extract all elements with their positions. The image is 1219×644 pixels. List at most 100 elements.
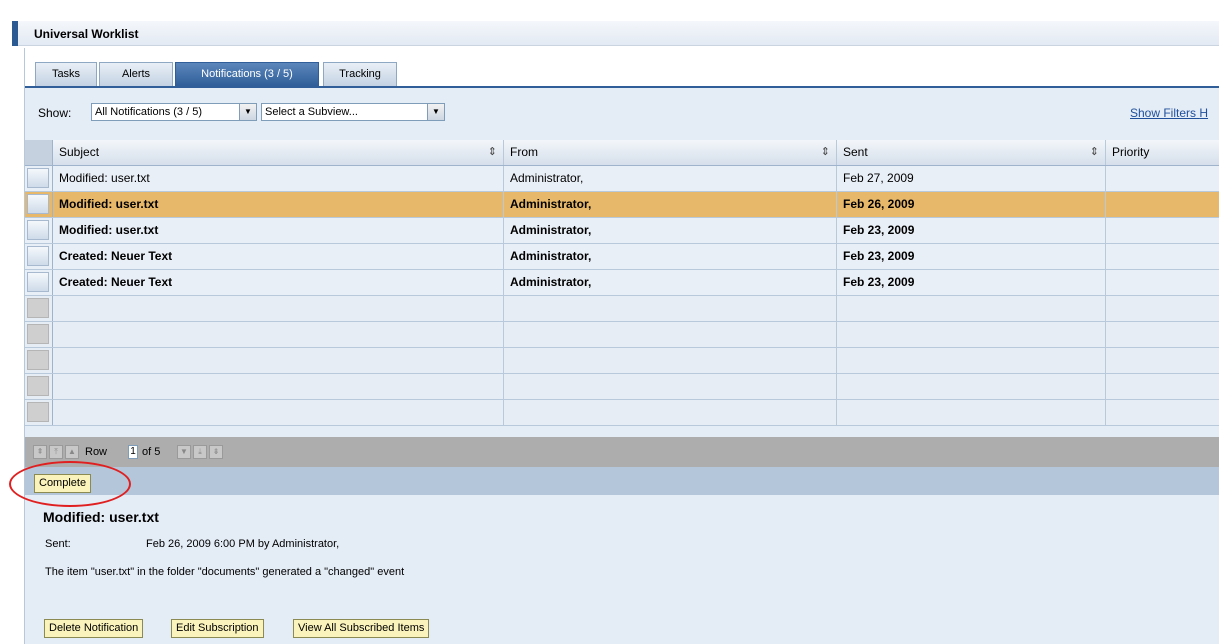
cell-from[interactable]: Administrator, (504, 218, 837, 243)
subview-select[interactable]: Select a Subview... ▼ (261, 103, 445, 121)
show-filters-link[interactable]: Show Filters H (1130, 106, 1208, 120)
row-selector[interactable] (25, 166, 53, 191)
worklist-panel: Tasks Alerts Notifications (3 / 5) Track… (24, 48, 1219, 644)
detail-description: The item "user.txt" in the folder "docum… (45, 566, 405, 578)
cell-sent[interactable]: Feb 23, 2009 (837, 218, 1106, 243)
empty-cell (53, 296, 504, 321)
row-selector-box[interactable] (27, 168, 49, 188)
cell-priority[interactable] (1106, 218, 1219, 243)
title-accent (12, 21, 18, 46)
cell-priority[interactable] (1106, 192, 1219, 217)
row-selector-box (27, 350, 49, 370)
action-bar (25, 467, 1219, 495)
tab-tracking[interactable]: Tracking (323, 62, 397, 86)
cell-subject[interactable]: Modified: user.txt (53, 218, 504, 243)
tab-notifications[interactable]: Notifications (3 / 5) (175, 62, 319, 86)
cell-priority[interactable] (1106, 270, 1219, 295)
cell-sent[interactable]: Feb 23, 2009 (837, 270, 1106, 295)
chevron-down-icon[interactable]: ▼ (239, 104, 256, 120)
row-label: Row (85, 446, 108, 458)
detail-title: Modified: user.txt (43, 509, 159, 525)
row-selector-box[interactable] (27, 220, 49, 240)
cell-from[interactable]: Administrator, (504, 192, 837, 217)
row-selector[interactable] (25, 192, 53, 217)
view-toolbar: Show: All Notifications (3 / 5) ▼ Select… (25, 88, 1219, 140)
edit-subscription-button[interactable]: Edit Subscription (171, 619, 264, 638)
row-selector[interactable] (25, 270, 53, 295)
column-label: Subject (59, 145, 100, 159)
tab-strip: Tasks Alerts Notifications (3 / 5) Track… (25, 48, 1219, 88)
view-all-subscribed-items-button[interactable]: View All Subscribed Items (293, 619, 430, 638)
show-filters-label[interactable]: Show Filters (1130, 106, 1196, 120)
sort-icon[interactable]: ⇕ (488, 140, 497, 165)
cell-from[interactable]: Administrator, (504, 270, 837, 295)
tab-alerts[interactable]: Alerts (99, 62, 173, 86)
table-pager: ⇞ ⤒ ▲ Row 1 of 5 ▼ ⤓ ⇟ (25, 437, 1219, 467)
column-header-subject[interactable]: Subject ⇕ (53, 140, 504, 165)
column-header-from[interactable]: From ⇕ (504, 140, 837, 165)
cell-subject[interactable]: Modified: user.txt (53, 192, 504, 217)
empty-cell (504, 348, 837, 373)
chevron-down-icon[interactable]: ▼ (427, 104, 444, 120)
page-up-icon[interactable]: ⤒ (49, 445, 63, 459)
empty-cell (837, 374, 1106, 399)
table-row[interactable]: Modified: user.txt Administrator, Feb 23… (25, 218, 1219, 244)
row-up-icon[interactable]: ▲ (65, 445, 79, 459)
column-header-sent[interactable]: Sent ⇕ (837, 140, 1106, 165)
sort-icon[interactable]: ⇕ (821, 140, 830, 165)
empty-cell (53, 374, 504, 399)
row-selector-box (27, 376, 49, 396)
view-select[interactable]: All Notifications (3 / 5) ▼ (91, 103, 257, 121)
cell-from[interactable]: Administrator, (504, 166, 837, 191)
table-row[interactable]: Modified: user.txt Administrator, Feb 27… (25, 166, 1219, 192)
empty-cell (837, 400, 1106, 425)
cell-sent[interactable]: Feb 26, 2009 (837, 192, 1106, 217)
column-header-priority[interactable]: Priority (1106, 140, 1219, 165)
table-row[interactable]: Created: Neuer Text Administrator, Feb 2… (25, 244, 1219, 270)
first-page-icon[interactable]: ⇞ (33, 445, 47, 459)
row-selector-box (27, 402, 49, 422)
cell-priority[interactable] (1106, 166, 1219, 191)
cell-sent[interactable]: Feb 27, 2009 (837, 166, 1106, 191)
cut-off-link[interactable]: H (1199, 106, 1208, 120)
row-selector (25, 374, 53, 399)
empty-cell (53, 348, 504, 373)
row-selector-box[interactable] (27, 272, 49, 292)
table-row[interactable]: Modified: user.txt Administrator, Feb 26… (25, 192, 1219, 218)
empty-cell (837, 296, 1106, 321)
cell-from[interactable]: Administrator, (504, 244, 837, 269)
worklist-title-bar: Universal Worklist (12, 21, 1219, 46)
cell-subject[interactable]: Created: Neuer Text (53, 244, 504, 269)
row-selector-box[interactable] (27, 194, 49, 214)
row-selector-box (27, 298, 49, 318)
sort-icon[interactable]: ⇕ (1090, 140, 1099, 165)
table-row[interactable]: Created: Neuer Text Administrator, Feb 2… (25, 270, 1219, 296)
cell-priority[interactable] (1106, 244, 1219, 269)
row-selector-box[interactable] (27, 246, 49, 266)
row-selector[interactable] (25, 244, 53, 269)
empty-cell (837, 348, 1106, 373)
last-page-icon[interactable]: ⇟ (209, 445, 223, 459)
column-label: Sent (843, 145, 868, 159)
complete-button[interactable]: Complete (34, 474, 92, 493)
select-all-cell[interactable] (25, 140, 53, 165)
empty-cell (837, 322, 1106, 347)
page-down-icon[interactable]: ⤓ (193, 445, 207, 459)
row-down-icon[interactable]: ▼ (177, 445, 191, 459)
detail-sent-value: Feb 26, 2009 6:00 PM by Administrator, (146, 538, 340, 550)
row-selector[interactable] (25, 218, 53, 243)
cell-sent[interactable]: Feb 23, 2009 (837, 244, 1106, 269)
tab-tasks[interactable]: Tasks (35, 62, 97, 86)
cell-subject[interactable]: Created: Neuer Text (53, 270, 504, 295)
cell-subject[interactable]: Modified: user.txt (53, 166, 504, 191)
empty-row (25, 322, 1219, 348)
empty-cell (504, 322, 837, 347)
row-count-label: of 5 (142, 446, 161, 458)
row-selector (25, 322, 53, 347)
row-selector (25, 348, 53, 373)
page-title: Universal Worklist (34, 27, 139, 41)
empty-row (25, 348, 1219, 374)
empty-cell (53, 400, 504, 425)
delete-notification-button[interactable]: Delete Notification (44, 619, 144, 638)
current-row-input[interactable]: 1 (128, 445, 138, 459)
